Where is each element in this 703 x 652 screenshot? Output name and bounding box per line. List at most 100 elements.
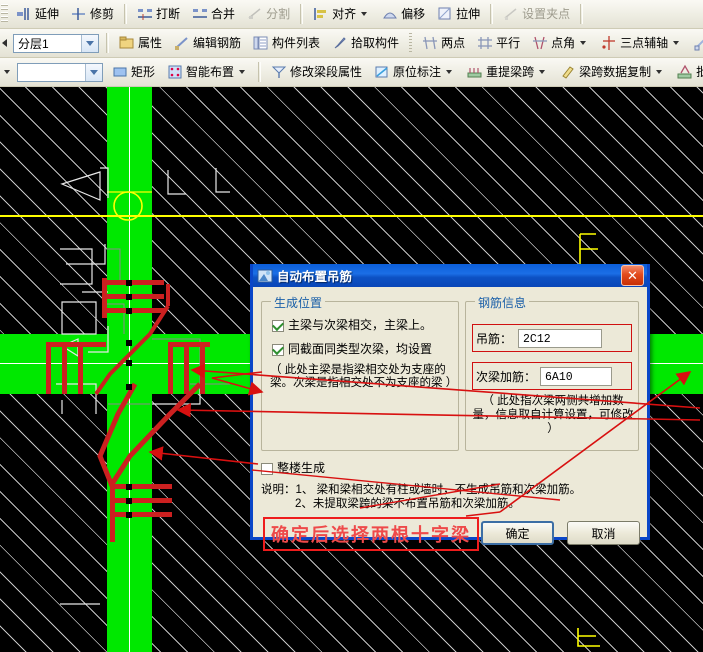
toolbar-button-merge[interactable]: 合并 <box>187 3 240 25</box>
toolbar-label: 编辑钢筋 <box>193 36 241 50</box>
chevron-down-icon[interactable] <box>446 70 452 74</box>
field-secondary-beam-rebar[interactable]: 次梁加筋： <box>476 367 612 386</box>
toolbar-button-parallel[interactable]: 平行 <box>472 32 525 54</box>
checkbox-label: 同截面同类型次梁，均设置 <box>288 342 432 357</box>
copy-span-data-icon <box>560 64 576 80</box>
cancel-button[interactable]: 取消 <box>567 521 640 545</box>
toolbar-label: 修剪 <box>90 7 114 21</box>
toolbar-label: 构件列表 <box>272 36 320 50</box>
toolbar-label: 重提梁跨 <box>486 65 534 79</box>
rebar-info-group-label: 钢筋信息 <box>475 294 529 311</box>
checkbox-icon[interactable] <box>261 463 273 475</box>
toolbar-row-edit: 延伸 修剪 打断 合并 <box>0 0 703 29</box>
explanation-line-1: 说明：1、 梁和梁相交处有柱或墙时，不生成吊筋和次梁加筋。 <box>261 483 641 497</box>
toolbar-separator <box>490 4 493 24</box>
toolbar-label: 点角 <box>551 36 575 50</box>
layer-combo-value: 分层1 <box>14 35 81 52</box>
toolbar-button-re-extract-span[interactable]: 重提梁跨 <box>462 61 553 83</box>
chevron-down-icon[interactable] <box>85 64 102 81</box>
checkbox-whole-floor[interactable]: 整楼生成 <box>261 461 325 476</box>
toolbar-button-batch-identify-support[interactable]: 批量识别梁支座 <box>672 61 703 83</box>
toolbar-label: 合并 <box>211 7 235 21</box>
toolbar-label: 平行 <box>496 36 520 50</box>
toolbar-button-delete-axis[interactable]: 删除辅轴 <box>689 32 703 54</box>
dialog-body: 生成位置 主梁与次梁相交，主梁上。 同截面同类型次梁，均设置 （ 此处主梁是指梁… <box>253 287 647 537</box>
extend-icon <box>16 6 32 22</box>
hanging-rebar-input[interactable] <box>518 329 602 348</box>
ok-button[interactable]: 确定 <box>481 521 554 545</box>
toolbar-button-break[interactable]: 打断 <box>132 3 185 25</box>
toolbar-button-split[interactable]: 分割 <box>242 3 295 25</box>
toolbar-separator <box>124 4 127 24</box>
field-label: 吊筋： <box>476 330 512 347</box>
chevron-down-icon[interactable] <box>580 41 586 45</box>
toolbar-button-component-list[interactable]: 构件列表 <box>248 32 325 54</box>
toolbar-button-set-grip-point[interactable]: 设置夹点 <box>498 3 575 25</box>
checkbox-icon[interactable] <box>272 320 284 332</box>
trim-icon <box>71 6 87 22</box>
column-circle <box>114 192 142 220</box>
chevron-left-icon[interactable] <box>2 39 7 47</box>
toolbar-button-trim[interactable]: 修剪 <box>66 3 119 25</box>
auto-layout-hanging-rebar-dialog[interactable]: 自动布置吊筋 ✕ 生成位置 主梁与次梁相交，主梁上。 同截面同类型次梁，均设置 … <box>250 264 650 540</box>
generation-position-note: （ 此处主梁是指梁相交处为支座的梁。次梁是指相交处不为支座的梁 ） <box>270 364 454 390</box>
close-icon[interactable]: ✕ <box>621 265 644 286</box>
toolbar-button-modify-beam-segment[interactable]: 修改梁段属性 <box>266 61 367 83</box>
toolbar-button-point-angle[interactable]: 点角 <box>527 32 594 54</box>
toolbar-button-edit-rebar[interactable]: 编辑钢筋 <box>169 32 246 54</box>
generation-position-group: 生成位置 主梁与次梁相交，主梁上。 同截面同类型次梁，均设置 （ 此处主梁是指梁… <box>261 301 459 451</box>
offset-icon <box>382 6 398 22</box>
re-extract-span-icon <box>467 64 483 80</box>
dialog-title: 自动布置吊筋 <box>277 266 621 285</box>
field-hanging-rebar[interactable]: 吊筋： <box>476 329 602 348</box>
toolbar-button-copy-span-data[interactable]: 梁跨数据复制 <box>555 61 670 83</box>
toolbar-label: 对齐 <box>332 7 356 21</box>
chevron-down-icon[interactable] <box>656 70 662 74</box>
toolbar-button-rectangle[interactable]: 矩形 <box>107 61 160 83</box>
toolbar-grip[interactable] <box>1 4 8 24</box>
chevron-down-icon[interactable] <box>81 35 98 52</box>
delete-axis-icon <box>694 35 703 51</box>
toolbar-label: 矩形 <box>131 65 155 79</box>
chevron-down-icon[interactable] <box>673 41 679 45</box>
toolbar-button-in-situ-annotation[interactable]: 原位标注 <box>369 61 460 83</box>
modify-beam-segment-icon <box>271 64 287 80</box>
toolbar-button-three-point-axis[interactable]: 三点辅轴 <box>596 32 687 54</box>
three-point-axis-icon <box>601 35 617 51</box>
merge-icon <box>192 6 208 22</box>
split-icon <box>247 6 263 22</box>
toolbar-button-offset[interactable]: 偏移 <box>377 3 430 25</box>
chevron-down-icon[interactable] <box>4 70 10 74</box>
checkbox-same-section-type[interactable]: 同截面同类型次梁，均设置 <box>272 342 458 357</box>
secondary-beam-rebar-input[interactable] <box>540 367 612 386</box>
layer-combo[interactable]: 分层1 <box>13 34 99 53</box>
toolbar-area: 延伸 修剪 打断 合并 <box>0 0 703 85</box>
annotation-stamp: 确定后选择两根十字梁 <box>263 517 479 551</box>
generation-position-group-label: 生成位置 <box>271 294 325 311</box>
toolbar-label: 三点辅轴 <box>620 36 668 50</box>
section-mark-bottom <box>578 628 600 646</box>
toolbar-label: 打断 <box>156 7 180 21</box>
toolbar-button-align[interactable]: 对齐 <box>308 3 375 25</box>
toolbar-button-properties[interactable]: 属性 <box>114 32 167 54</box>
toolbar-button-stretch[interactable]: 拉伸 <box>432 3 485 25</box>
chevron-down-icon[interactable] <box>539 70 545 74</box>
grip-point-icon <box>503 6 519 22</box>
checkbox-label: 主梁与次梁相交，主梁上。 <box>288 318 432 333</box>
toolbar-button-two-point[interactable]: 两点 <box>417 32 470 54</box>
toolbar-label: 修改梁段属性 <box>290 65 362 79</box>
pick-component-icon <box>332 35 348 51</box>
toolbar-label: 拾取构件 <box>351 36 399 50</box>
rebar-info-group: 钢筋信息 吊筋： 次梁加筋： （ 此处指次梁两侧共增加数量，信息取自计算设置，可… <box>465 301 639 451</box>
toolbar-label: 智能布置 <box>186 65 234 79</box>
toolbar-button-smart-layout[interactable]: 智能布置 <box>162 61 253 83</box>
dialog-title-bar[interactable]: 自动布置吊筋 ✕ <box>253 264 647 287</box>
checkbox-main-secondary-intersect[interactable]: 主梁与次梁相交，主梁上。 <box>272 318 458 333</box>
chevron-down-icon[interactable] <box>239 70 245 74</box>
toolbar-button-pick-component[interactable]: 拾取构件 <box>327 32 404 54</box>
point-angle-icon <box>532 35 548 51</box>
toolbar-button-extend[interactable]: 延伸 <box>11 3 64 25</box>
chevron-down-icon[interactable] <box>361 12 367 16</box>
checkbox-icon[interactable] <box>272 344 284 356</box>
beam-type-combo[interactable] <box>17 63 103 82</box>
